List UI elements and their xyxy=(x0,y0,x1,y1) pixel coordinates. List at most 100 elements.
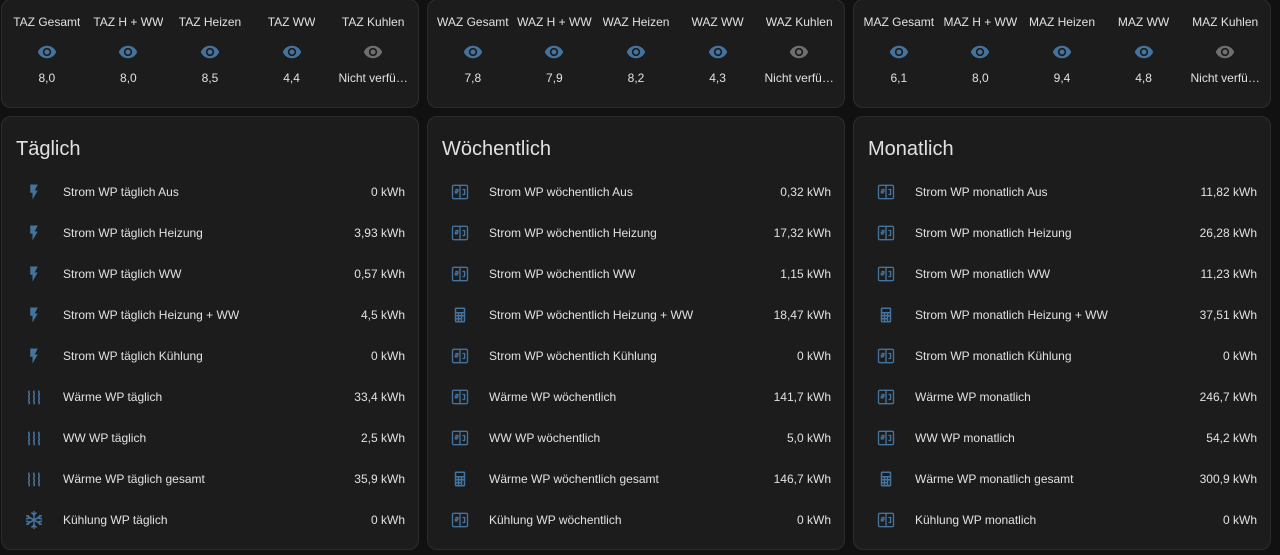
entity-row[interactable]: WW WP wöchentlich 5,0 kWh xyxy=(428,417,844,458)
counter-icon xyxy=(448,180,472,204)
entity-row[interactable]: WW WP täglich 2,5 kWh xyxy=(2,417,418,458)
entity-row[interactable]: Strom WP monatlich Kühlung 0 kWh xyxy=(854,335,1270,376)
glance-item-waz-heizen[interactable]: WAZ Heizen 8,2 xyxy=(595,0,677,107)
entities-card-woechentlich: Wöchentlich Strom WP wöchentlich Aus 0,32… xyxy=(427,116,845,550)
glance-item-waz-kuhlen[interactable]: WAZ Kuhlen Nicht verfü… xyxy=(758,0,840,107)
glance-item-taz-gesamt[interactable]: TAZ Gesamt 8,0 xyxy=(6,0,88,107)
glance-item-maz-ww[interactable]: MAZ WW 4,8 xyxy=(1103,0,1185,107)
glance-item-value: 8,0 xyxy=(120,71,137,85)
entity-row[interactable]: Wärme WP täglich gesamt 35,9 kWh xyxy=(2,458,418,499)
entity-name: Kühlung WP monatlich xyxy=(915,512,1037,527)
glance-item-taz-kuhlen[interactable]: TAZ Kuhlen Nicht verfü… xyxy=(332,0,414,107)
entity-row[interactable]: Wärme WP wöchentlich gesamt 146,7 kWh xyxy=(428,458,844,499)
eye-icon xyxy=(363,42,383,62)
glance-item-name: WAZ H + WW xyxy=(517,15,592,29)
entity-row[interactable]: Strom WP monatlich Aus 11,82 kWh xyxy=(854,171,1270,212)
eye-icon xyxy=(463,42,483,62)
glance-item-maz-heizen[interactable]: MAZ Heizen 9,4 xyxy=(1021,0,1103,107)
calculator-icon xyxy=(448,467,472,491)
eye-icon xyxy=(282,42,302,62)
entity-row[interactable]: Strom WP monatlich WW 11,23 kWh xyxy=(854,253,1270,294)
entity-row[interactable]: Strom WP täglich Aus 0 kWh xyxy=(2,171,418,212)
entity-row[interactable]: WW WP monatlich 54,2 kWh xyxy=(854,417,1270,458)
glance-item-value: Nicht verfü… xyxy=(764,71,834,85)
counter-icon xyxy=(874,426,898,450)
entity-name: Strom WP monatlich Heizung + WW xyxy=(915,307,1108,322)
counter-icon xyxy=(448,426,472,450)
entity-row[interactable]: Strom WP wöchentlich Kühlung 0 kWh xyxy=(428,335,844,376)
entity-name: Strom WP monatlich Kühlung xyxy=(915,348,1072,363)
counter-icon xyxy=(448,221,472,245)
counter-icon xyxy=(448,262,472,286)
entity-rows: Strom WP täglich Aus 0 kWh Strom WP täglic… xyxy=(2,165,418,540)
entity-name: Strom WP wöchentlich Kühlung xyxy=(489,348,657,363)
heat-wave-icon xyxy=(22,426,46,450)
glance-item-name: WAZ Kuhlen xyxy=(765,15,833,29)
entity-value: 246,7 kWh xyxy=(1199,389,1257,404)
entity-row[interactable]: Wärme WP monatlich 246,7 kWh xyxy=(854,376,1270,417)
entity-name: Strom WP wöchentlich WW xyxy=(489,266,636,281)
entity-value: 0 kWh xyxy=(370,348,405,363)
eye-icon xyxy=(118,42,138,62)
flash-icon xyxy=(22,344,46,368)
entity-row[interactable]: Strom WP wöchentlich Heizung 17,32 kWh xyxy=(428,212,844,253)
eye-icon xyxy=(626,42,646,62)
entity-row[interactable]: Strom WP wöchentlich WW 1,15 kWh xyxy=(428,253,844,294)
counter-icon xyxy=(874,508,898,532)
entity-value: 4,5 kWh xyxy=(360,307,405,322)
glance-item-waz-gesamt[interactable]: WAZ Gesamt 7,8 xyxy=(432,0,514,107)
entity-row[interactable]: Strom WP täglich Heizung 3,93 kWh xyxy=(2,212,418,253)
entity-row[interactable]: Strom WP täglich Kühlung 0 kWh xyxy=(2,335,418,376)
glance-item-maz-h-ww[interactable]: MAZ H + WW 8,0 xyxy=(940,0,1022,107)
entity-row[interactable]: Strom WP monatlich Heizung + WW 37,51 kWh xyxy=(854,294,1270,335)
entity-name: Kühlung WP täglich xyxy=(63,512,168,527)
glance-item-value: 7,8 xyxy=(464,71,482,85)
entity-row[interactable]: Strom WP wöchentlich Heizung + WW 18,47 k… xyxy=(428,294,844,335)
entity-row[interactable]: Strom WP täglich WW 0,57 kWh xyxy=(2,253,418,294)
glance-item-waz-ww[interactable]: WAZ WW 4,3 xyxy=(677,0,759,107)
entity-name: Wärme WP wöchentlich gesamt xyxy=(489,471,659,486)
counter-icon xyxy=(874,221,898,245)
entity-value: 18,47 kWh xyxy=(773,307,831,322)
entity-row[interactable]: Kühlung WP wöchentlich 0 kWh xyxy=(428,499,844,540)
entity-row[interactable]: Strom WP wöchentlich Aus 0,32 kWh xyxy=(428,171,844,212)
glance-item-taz-ww[interactable]: TAZ WW 4,4 xyxy=(251,0,333,107)
eye-icon xyxy=(1215,42,1235,62)
glance-item-name: WAZ Heizen xyxy=(602,15,670,29)
eye-icon xyxy=(1134,42,1154,62)
entity-name: Wärme WP täglich gesamt xyxy=(63,471,205,486)
glance-item-maz-kuhlen[interactable]: MAZ Kuhlen Nicht verfü… xyxy=(1184,0,1266,107)
entity-row[interactable]: Wärme WP wöchentlich 141,7 kWh xyxy=(428,376,844,417)
glance-item-maz-gesamt[interactable]: MAZ Gesamt 6,1 xyxy=(858,0,940,107)
entity-value: 0 kWh xyxy=(1222,512,1257,527)
entity-value: 300,9 kWh xyxy=(1199,471,1257,486)
glance-item-taz-heizen[interactable]: TAZ Heizen 8,5 xyxy=(169,0,251,107)
entity-row[interactable]: Strom WP monatlich Heizung 26,28 kWh xyxy=(854,212,1270,253)
glance-item-value: 6,1 xyxy=(890,71,908,85)
glance-item-name: TAZ Kuhlen xyxy=(341,15,405,29)
glance-card-maz: MAZ Gesamt 6,1 MAZ H + WW 8,0 MAZ Heizen… xyxy=(853,0,1271,108)
glance-item-name: MAZ Heizen xyxy=(1028,15,1095,29)
entity-name: Strom WP täglich Kühlung xyxy=(63,348,203,363)
entity-rows: Strom WP wöchentlich Aus 0,32 kWh Strom WP… xyxy=(428,165,844,540)
glance-item-value: 8,0 xyxy=(972,71,989,85)
entity-row[interactable]: Wärme WP täglich 33,4 kWh xyxy=(2,376,418,417)
entity-row[interactable]: Strom WP täglich Heizung + WW 4,5 kWh xyxy=(2,294,418,335)
entity-row[interactable]: Kühlung WP monatlich 0 kWh xyxy=(854,499,1270,540)
glance-item-waz-h-ww[interactable]: WAZ H + WW 7,9 xyxy=(514,0,596,107)
entity-name: WW WP monatlich xyxy=(915,430,1015,445)
flash-icon xyxy=(22,303,46,327)
column-tageswerte: TAZ Gesamt 8,0 TAZ H + WW 8,0 TAZ Heizen… xyxy=(1,0,419,550)
entity-value: 0 kWh xyxy=(796,348,831,363)
entity-name: Strom WP täglich WW xyxy=(63,266,182,281)
entity-row[interactable]: Wärme WP monatlich gesamt 300,9 kWh xyxy=(854,458,1270,499)
glance-item-value: Nicht verfü… xyxy=(1190,71,1260,85)
entity-row[interactable]: Kühlung WP täglich 0 kWh xyxy=(2,499,418,540)
glance-item-taz-h-ww[interactable]: TAZ H + WW 8,0 xyxy=(88,0,170,107)
entity-value: 0,57 kWh xyxy=(354,266,405,281)
entity-name: Strom WP monatlich Aus xyxy=(915,184,1048,199)
calculator-icon xyxy=(448,303,472,327)
entity-value: 0,32 kWh xyxy=(780,184,831,199)
glance-item-value: 4,8 xyxy=(1135,71,1152,85)
entity-rows: Strom WP monatlich Aus 11,82 kWh Strom WP … xyxy=(854,165,1270,540)
